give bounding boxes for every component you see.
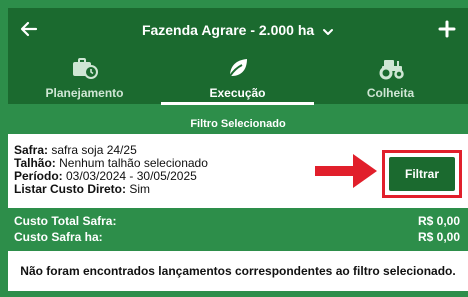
- talhao-value: Nenhum talhão selecionado: [55, 156, 208, 170]
- periodo-label: Período:: [14, 169, 63, 183]
- leaf-icon: [228, 59, 247, 77]
- tab-planejamento-label: Planejamento: [45, 86, 124, 100]
- tractor-icon: [379, 60, 404, 80]
- totals-section: Custo Total Safra: R$ 0,00 Custo Safra h…: [8, 212, 468, 246]
- filter-button[interactable]: Filtrar: [389, 157, 455, 191]
- tab-colheita-label: Colheita: [366, 86, 415, 100]
- plus-icon: [438, 20, 456, 38]
- filter-button-highlight: Filtrar: [382, 150, 462, 198]
- ha-label: Custo Safra ha:: [14, 230, 103, 244]
- empty-message: Não foram encontrados lançamentos corres…: [8, 251, 468, 291]
- tab-colheita[interactable]: Colheita: [314, 54, 467, 104]
- custo-direto-label: Listar Custo Direto:: [14, 182, 127, 196]
- briefcase-clock-icon: [72, 58, 98, 79]
- ha-value: R$ 0,00: [417, 230, 460, 244]
- safra-value: safra soja 24/25: [48, 143, 137, 157]
- tab-planejamento[interactable]: Planejamento: [8, 54, 161, 104]
- farm-selector[interactable]: Fazenda Agrare - 2.000 ha: [8, 22, 468, 38]
- tab-bar: Planejamento Execução Colheita: [8, 54, 468, 105]
- total-row-safra: Custo Total Safra: R$ 0,00: [8, 215, 468, 228]
- app-frame: Fazenda Agrare - 2.000 ha Planejamento E…: [0, 0, 468, 297]
- filter-section-title: Filtro Selecionado: [8, 114, 468, 134]
- tab-execucao-label: Execução: [209, 86, 266, 100]
- top-bar: Fazenda Agrare - 2.000 ha Planejamento E…: [8, 8, 468, 105]
- custo-direto-value: Sim: [126, 182, 151, 196]
- tab-execucao[interactable]: Execução: [161, 54, 314, 105]
- add-button[interactable]: [436, 18, 458, 40]
- total-row-ha: Custo Safra ha: R$ 0,00: [8, 231, 468, 244]
- red-arrow-icon: [315, 154, 377, 188]
- periodo-value: 03/03/2024 - 30/05/2025: [62, 169, 197, 183]
- farm-name: Fazenda Agrare - 2.000 ha: [141, 22, 315, 38]
- talhao-label: Talhão:: [14, 156, 56, 170]
- safra-label: Safra:: [14, 143, 49, 157]
- chevron-down-icon: [323, 29, 334, 35]
- filter-summary: Safra: safra soja 24/25 Talhão: Nenhum t…: [8, 134, 468, 208]
- total-label: Custo Total Safra:: [14, 214, 117, 228]
- total-value: R$ 0,00: [417, 214, 460, 228]
